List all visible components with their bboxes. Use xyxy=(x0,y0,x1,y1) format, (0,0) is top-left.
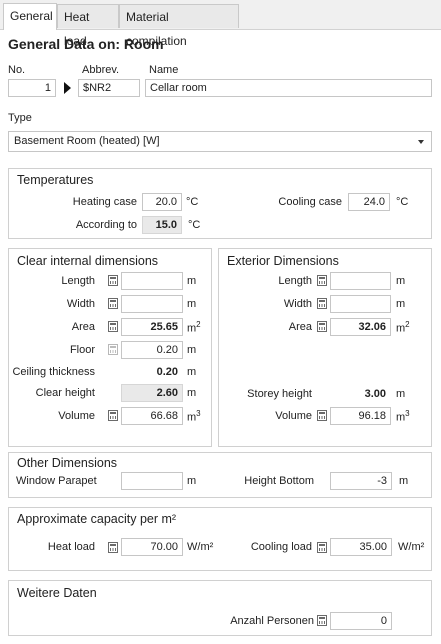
cooling-load-calculator-icon[interactable] xyxy=(317,542,327,553)
type-select-value: Basement Room (heated) [W] xyxy=(14,135,160,147)
ex-storey-height-label: Storey height xyxy=(247,388,312,400)
ci-floor-unit: m xyxy=(187,344,197,356)
tab-general[interactable]: General xyxy=(3,3,57,30)
abbrev-field[interactable]: $NR2 xyxy=(78,79,140,97)
approximate-capacity-title: Approximate capacity per m² xyxy=(17,512,177,526)
ex-length-label: Length xyxy=(278,275,312,287)
weitere-daten-title: Weitere Daten xyxy=(17,586,97,600)
no-field[interactable]: 1 xyxy=(8,79,56,97)
ex-length-unit: m xyxy=(396,275,406,287)
ex-area-unit: m2 xyxy=(396,320,410,335)
window-parapet-unit: m xyxy=(187,475,197,487)
type-label: Type xyxy=(8,112,32,124)
anzahl-personen-calculator-icon[interactable] xyxy=(317,615,327,626)
cooling-load-label: Cooling load xyxy=(250,541,312,553)
according-to-field: 15.0 xyxy=(142,216,182,234)
heat-load-unit: W/m² xyxy=(187,541,214,553)
ex-volume-unit: m3 xyxy=(396,409,410,424)
ci-floor-calculator-icon xyxy=(108,344,118,355)
ci-ceiling-thickness-label: Ceiling thickness xyxy=(12,366,95,378)
according-to-unit: °C xyxy=(188,219,201,231)
heating-case-field[interactable]: 20.0 xyxy=(142,193,182,211)
cooling-load-unit: W/m² xyxy=(398,541,425,553)
ci-floor-field[interactable]: 0.20 xyxy=(121,341,183,359)
temperatures-title: Temperatures xyxy=(17,173,94,187)
ci-volume-unit: m3 xyxy=(187,409,201,424)
window-parapet-field[interactable] xyxy=(121,472,183,490)
ci-volume-label: Volume xyxy=(58,410,95,422)
ex-width-field[interactable] xyxy=(330,295,391,313)
ex-volume-calculator-icon[interactable] xyxy=(317,410,327,421)
ci-floor-label: Floor xyxy=(69,344,95,356)
name-label: Name xyxy=(149,64,179,76)
heating-case-unit: °C xyxy=(186,196,199,208)
other-dimensions-title: Other Dimensions xyxy=(17,456,118,470)
ex-storey-height-field: 3.00 xyxy=(330,385,391,403)
type-select[interactable]: Basement Room (heated) [W] xyxy=(8,131,432,152)
ci-clear-height-label: Clear height xyxy=(35,387,95,399)
ex-width-calculator-icon[interactable] xyxy=(317,298,327,309)
heat-load-field[interactable]: 70.00 xyxy=(121,538,183,556)
ci-area-unit: m2 xyxy=(187,320,201,335)
ci-area-calculator-icon[interactable] xyxy=(108,321,118,332)
ex-volume-field[interactable]: 96.18 xyxy=(330,407,391,425)
ci-width-calculator-icon[interactable] xyxy=(108,298,118,309)
ci-volume-calculator-icon[interactable] xyxy=(108,410,118,421)
height-bottom-field[interactable]: -3 xyxy=(330,472,392,490)
ci-width-unit: m xyxy=(187,298,197,310)
ci-ceiling-thickness-field: 0.20 xyxy=(121,363,183,381)
height-bottom-label: Height Bottom xyxy=(244,475,314,487)
no-label: No. xyxy=(8,64,26,76)
ex-area-label: Area xyxy=(288,321,312,333)
tab-heat-load[interactable]: Heat load xyxy=(57,4,119,48)
tab-material-compilation[interactable]: Material compilation xyxy=(119,4,239,48)
page-title: General Data on: Room xyxy=(8,36,164,52)
ci-clear-height-unit: m xyxy=(187,387,197,399)
chevron-down-icon[interactable] xyxy=(418,140,424,144)
abbrev-label: Abbrev. xyxy=(82,64,120,76)
ci-volume-field[interactable]: 66.68 xyxy=(121,407,183,425)
according-to-label: According to xyxy=(75,219,137,231)
ci-width-label: Width xyxy=(66,298,95,310)
cooling-case-field[interactable]: 24.0 xyxy=(348,193,390,211)
ci-area-field[interactable]: 25.65 xyxy=(121,318,183,336)
cooling-case-label: Cooling case xyxy=(278,196,342,208)
tab-bar: General Heat load Material compilation xyxy=(0,0,441,48)
record-pointer-icon xyxy=(64,82,71,94)
exterior-title: Exterior Dimensions xyxy=(227,254,339,268)
heat-load-label: Heat load xyxy=(47,541,95,553)
ci-length-unit: m xyxy=(187,275,197,287)
ex-area-calculator-icon[interactable] xyxy=(317,321,327,332)
ex-width-label: Width xyxy=(283,298,312,310)
ex-length-calculator-icon[interactable] xyxy=(317,275,327,286)
clear-internal-title: Clear internal dimensions xyxy=(17,254,159,268)
ci-length-calculator-icon[interactable] xyxy=(108,275,118,286)
ex-storey-height-unit: m xyxy=(396,388,406,400)
ex-area-field[interactable]: 32.06 xyxy=(330,318,391,336)
ci-length-label: Length xyxy=(61,275,95,287)
heat-load-calculator-icon[interactable] xyxy=(108,542,118,553)
ci-ceiling-thickness-unit: m xyxy=(187,366,197,378)
cooling-case-unit: °C xyxy=(396,196,409,208)
ci-width-field[interactable] xyxy=(121,295,183,313)
ex-volume-label: Volume xyxy=(275,410,312,422)
name-field[interactable]: Cellar room xyxy=(145,79,432,97)
anzahl-personen-field[interactable]: 0 xyxy=(330,612,392,630)
ci-length-field[interactable] xyxy=(121,272,183,290)
ci-clear-height-field: 2.60 xyxy=(121,384,183,402)
ci-area-label: Area xyxy=(71,321,95,333)
cooling-load-field[interactable]: 35.00 xyxy=(330,538,392,556)
ex-width-unit: m xyxy=(396,298,406,310)
anzahl-personen-label: Anzahl Personen xyxy=(230,615,314,627)
ex-length-field[interactable] xyxy=(330,272,391,290)
window-parapet-label: Window Parapet xyxy=(16,475,97,487)
height-bottom-unit: m xyxy=(399,475,409,487)
heating-case-label: Heating case xyxy=(72,196,137,208)
